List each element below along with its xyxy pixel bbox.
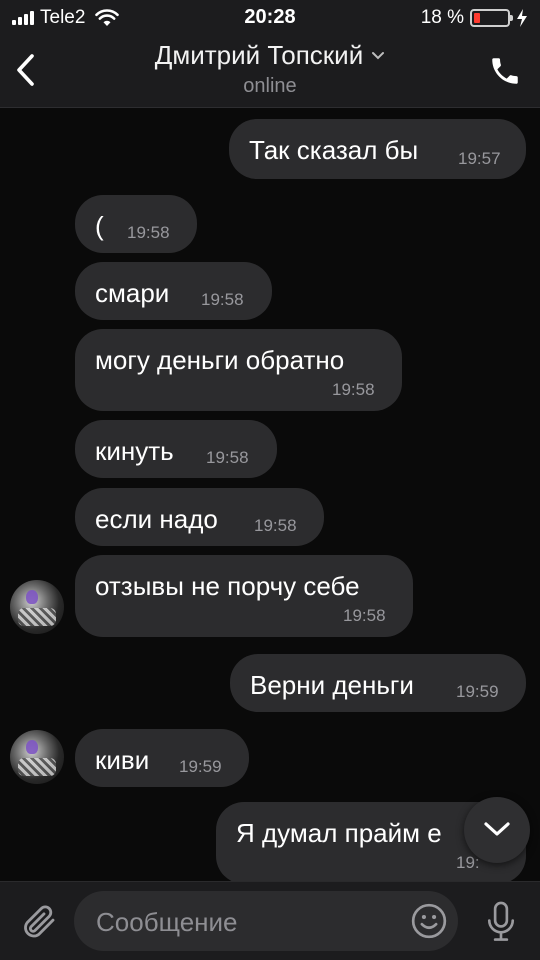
message-text: кинуть (95, 436, 174, 466)
battery-level (474, 13, 480, 23)
message-text: киви (95, 745, 150, 775)
message-text: если надо (95, 504, 218, 534)
message-text: отзывы не порчу себе (95, 571, 360, 601)
message-text: Я думал прайм е (236, 818, 442, 848)
message-time: 19:58 (127, 223, 170, 242)
contact-status: online (243, 75, 297, 97)
avatar[interactable] (10, 580, 64, 634)
message-incoming[interactable]: киви 19:59 (75, 729, 249, 787)
chat-header: Дмитрий Топский online (0, 34, 540, 108)
contact-name: Дмитрий Топский (154, 40, 364, 70)
charging-icon (517, 9, 527, 27)
message-text: могу деньги обратно (95, 345, 345, 375)
battery-percent: 18 % (420, 7, 464, 28)
message-time: 19:58 (343, 606, 386, 625)
message-time: 19:58 (201, 290, 244, 309)
message-time: 19:58 (206, 448, 249, 467)
message-incoming[interactable]: могу деньги обратно 19:58 (75, 329, 402, 411)
message-outgoing[interactable]: Так сказал бы 19:57 (229, 119, 526, 179)
chevron-down-icon (484, 822, 510, 836)
back-chevron-icon[interactable] (12, 50, 42, 90)
message-incoming[interactable]: смари 19:58 (75, 262, 272, 320)
message-text: смари (95, 278, 170, 308)
battery-icon (470, 9, 513, 27)
message-incoming[interactable]: ( 19:58 (75, 195, 197, 253)
phone-icon[interactable] (488, 54, 522, 88)
message-time: 19:59 (179, 757, 222, 776)
message-time: 19:57 (458, 149, 501, 168)
chevron-down-icon (372, 51, 385, 59)
message-incoming[interactable]: если надо 19:58 (75, 488, 324, 546)
contact-title[interactable]: Дмитрий Топский online (100, 40, 440, 98)
message-composer: Сообщение (0, 881, 540, 960)
message-time: 19:59 (456, 682, 499, 701)
message-outgoing[interactable]: Верни деньги 19:59 (230, 654, 526, 712)
message-text: Так сказал бы (249, 135, 419, 165)
paperclip-icon[interactable] (18, 900, 58, 942)
message-list[interactable]: Так сказал бы 19:57 ( 19:58 смари 19:58 … (0, 109, 540, 881)
scroll-down-button[interactable] (464, 797, 530, 863)
message-time: 19:58 (254, 516, 297, 535)
status-bar: Tele2 20:28 18 % (0, 0, 540, 34)
message-incoming[interactable]: кинуть 19:58 (75, 420, 277, 478)
message-text: ( (95, 211, 104, 241)
message-text: Верни деньги (250, 670, 414, 700)
emoji-icon[interactable] (410, 902, 448, 940)
message-time: 19:58 (332, 380, 375, 399)
message-incoming[interactable]: отзывы не порчу себе 19:58 (75, 555, 413, 637)
microphone-icon[interactable] (483, 900, 519, 944)
avatar[interactable] (10, 730, 64, 784)
message-placeholder: Сообщение (96, 907, 238, 937)
status-right: 18 % (421, 7, 528, 29)
message-input[interactable]: Сообщение (74, 891, 458, 951)
